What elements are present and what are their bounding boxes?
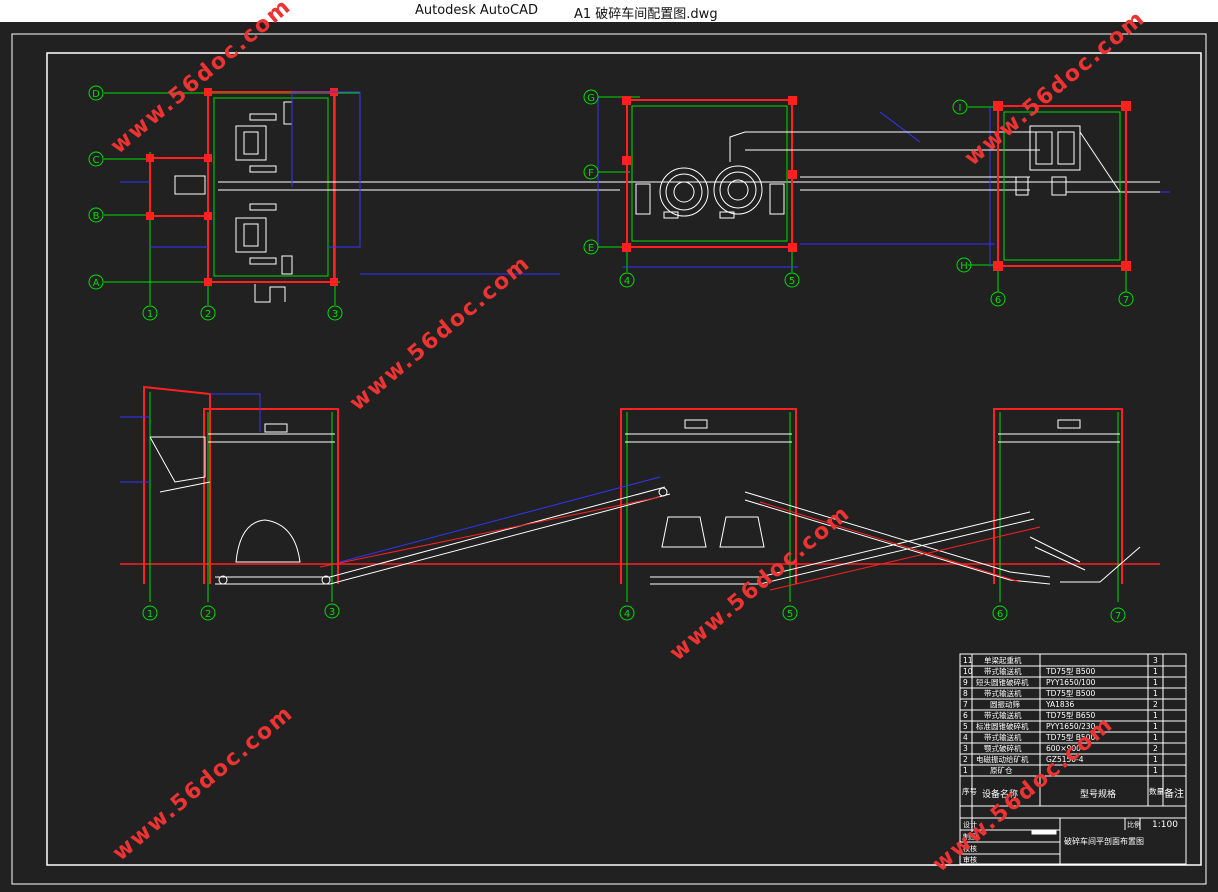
grid-label-E: E <box>588 243 594 254</box>
plan-grid-bubbles <box>88 85 1134 321</box>
bom-qty: 1 <box>1153 733 1158 742</box>
grid-label-D: D <box>92 89 100 100</box>
bom-no: 7 <box>963 700 968 709</box>
grid-label-6: 6 <box>995 295 1001 306</box>
bom-spec: TD75型 B650 <box>1045 711 1095 720</box>
bom-qty: 2 <box>1153 700 1158 709</box>
app-title: Autodesk AutoCAD <box>415 3 539 18</box>
scale-label: 比例 <box>1127 820 1141 829</box>
bom-qty: 3 <box>1153 656 1158 665</box>
grid-label-B: B <box>93 211 100 222</box>
grid-label-F: F <box>588 168 594 179</box>
bom-no: 6 <box>963 711 968 720</box>
bom-name: 圆振动筛 <box>990 699 1020 709</box>
bom-no: 8 <box>963 689 968 698</box>
bom-qty: 1 <box>1153 678 1158 687</box>
bom-no: 11 <box>963 656 973 665</box>
grid-label-A: A <box>93 278 100 289</box>
section-label-4: 4 <box>624 609 630 620</box>
grid-label-5: 5 <box>789 276 795 287</box>
bom-name: 电磁振动给矿机 <box>976 754 1029 764</box>
plan-grid-labels: D C B A G F E I H 1 2 3 4 5 6 7 <box>92 89 1129 320</box>
bom-header-no: 序号 <box>962 786 977 796</box>
bom-name: 标准圆锥破碎机 <box>976 721 1029 731</box>
bom-no: 3 <box>963 744 968 753</box>
scale-value: 1:100 <box>1152 820 1178 830</box>
bom-no: 10 <box>963 667 973 676</box>
section-label-1: 1 <box>147 609 153 620</box>
bom-name: 带式输送机 <box>984 732 1022 742</box>
bom-spec: YA1836 <box>1045 700 1074 709</box>
section-label-7: 7 <box>1115 611 1121 622</box>
bom-header-spec: 型号规格 <box>1080 788 1116 800</box>
bom-qty: 2 <box>1153 744 1158 753</box>
bom-no: 1 <box>963 766 968 775</box>
bom-name: 颚式破碎机 <box>984 743 1022 753</box>
bom-name: 带式输送机 <box>984 710 1022 720</box>
section-label-6: 6 <box>997 609 1003 620</box>
bom-name: 原矿仓 <box>990 765 1013 775</box>
grid-label-C: C <box>93 155 100 166</box>
grid-label-I: I <box>959 103 962 114</box>
section-label-5: 5 <box>787 609 793 620</box>
bom-name: 单梁起重机 <box>984 655 1022 665</box>
bom-no: 9 <box>963 678 968 687</box>
bom-qty: 1 <box>1153 689 1158 698</box>
bom-qty: 1 <box>1153 766 1158 775</box>
grid-label-1: 1 <box>147 309 153 320</box>
window-title-bar: Autodesk AutoCAD A1 破碎车间配置图.dwg <box>0 0 1218 22</box>
bom-spec: TD75型 B500 <box>1045 667 1095 676</box>
bom-header-qty: 数量 <box>1149 786 1165 796</box>
section-label-2: 2 <box>205 609 211 620</box>
section-grid-bubbles <box>142 603 1126 623</box>
grid-label-2: 2 <box>205 309 211 320</box>
bom-no: 5 <box>963 722 968 731</box>
grid-label-7: 7 <box>1123 295 1129 306</box>
drawing-name: 破碎车间平剖面布置图 <box>1064 836 1144 846</box>
bom-qty: 1 <box>1153 722 1158 731</box>
grid-label-4: 4 <box>624 276 630 287</box>
bom-header: 序号 设备名称 型号规格 数量 备注 <box>962 786 1184 800</box>
bom-no: 4 <box>963 733 968 742</box>
bom-qty: 1 <box>1153 755 1158 764</box>
bom-spec: PYY1650/100 <box>1046 678 1096 687</box>
grid-label-G: G <box>587 93 595 104</box>
drawing-canvas[interactable]: D C B A G F E I H 1 2 3 4 5 6 7 1 2 3 4 … <box>0 0 1218 892</box>
bom-name: 短头圆锥破碎机 <box>976 677 1029 687</box>
file-title: A1 破碎车间配置图.dwg <box>574 7 718 22</box>
bom-qty: 1 <box>1153 711 1158 720</box>
bom-qty: 1 <box>1153 667 1158 676</box>
section-view <box>120 385 1160 602</box>
section-label-3: 3 <box>329 607 335 618</box>
bom-name: 带式输送机 <box>984 688 1022 698</box>
grid-label-3: 3 <box>332 309 338 320</box>
bom-header-note: 备注 <box>1164 787 1184 800</box>
bom-name: 带式输送机 <box>984 666 1022 676</box>
bom-no: 2 <box>963 755 968 764</box>
grid-label-H: H <box>960 261 968 272</box>
cad-drawing: D C B A G F E I H 1 2 3 4 5 6 7 1 2 3 4 … <box>11 33 1207 885</box>
bom-spec: TD75型 B500 <box>1045 689 1095 698</box>
